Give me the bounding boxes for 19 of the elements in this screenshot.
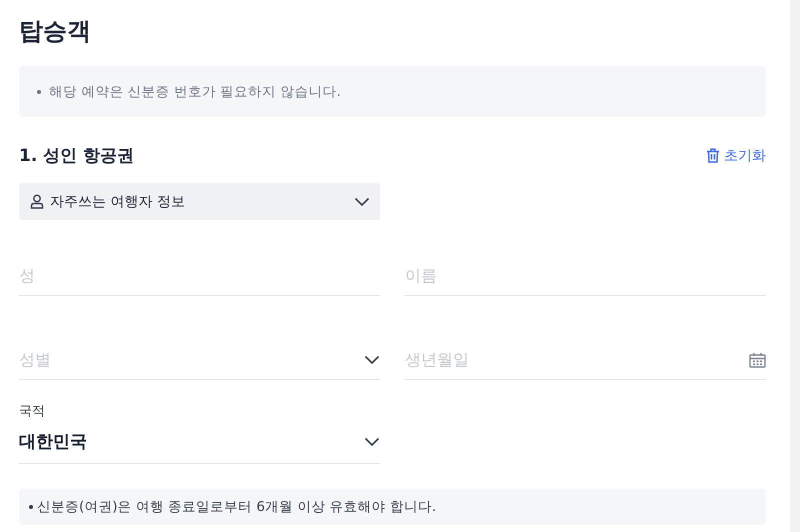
section-heading: 1. 성인 항공권 [19,145,134,167]
saved-travelers-dropdown[interactable]: 자주쓰는 여행자 정보 [19,183,380,220]
reset-button[interactable]: 초기화 [706,146,766,164]
select-field[interactable]: 성별 [19,350,356,369]
date-field[interactable]: 생년월일 [405,350,741,369]
person-icon [30,194,44,209]
notice-text: 해당 예약은 신분증 번호가 필요하지 않습니다. [49,82,341,100]
trash-icon [706,148,720,163]
text-field[interactable]: 성 [19,266,380,285]
chevron-down-icon [364,354,380,364]
calendar-icon [749,352,766,368]
field-value: 대한민국 [19,431,88,453]
chevron-down-icon [364,436,380,446]
text-field[interactable]: 이름 [405,266,766,285]
chevron-down-icon [354,196,370,206]
page-title: 탑승객 [19,16,92,47]
bullet-icon [29,505,33,509]
bullet-icon [37,90,41,94]
notice-text: 신분증(여권)은 여행 종료일로부터 6개월 이상 유효해야 합니다. [37,498,436,516]
